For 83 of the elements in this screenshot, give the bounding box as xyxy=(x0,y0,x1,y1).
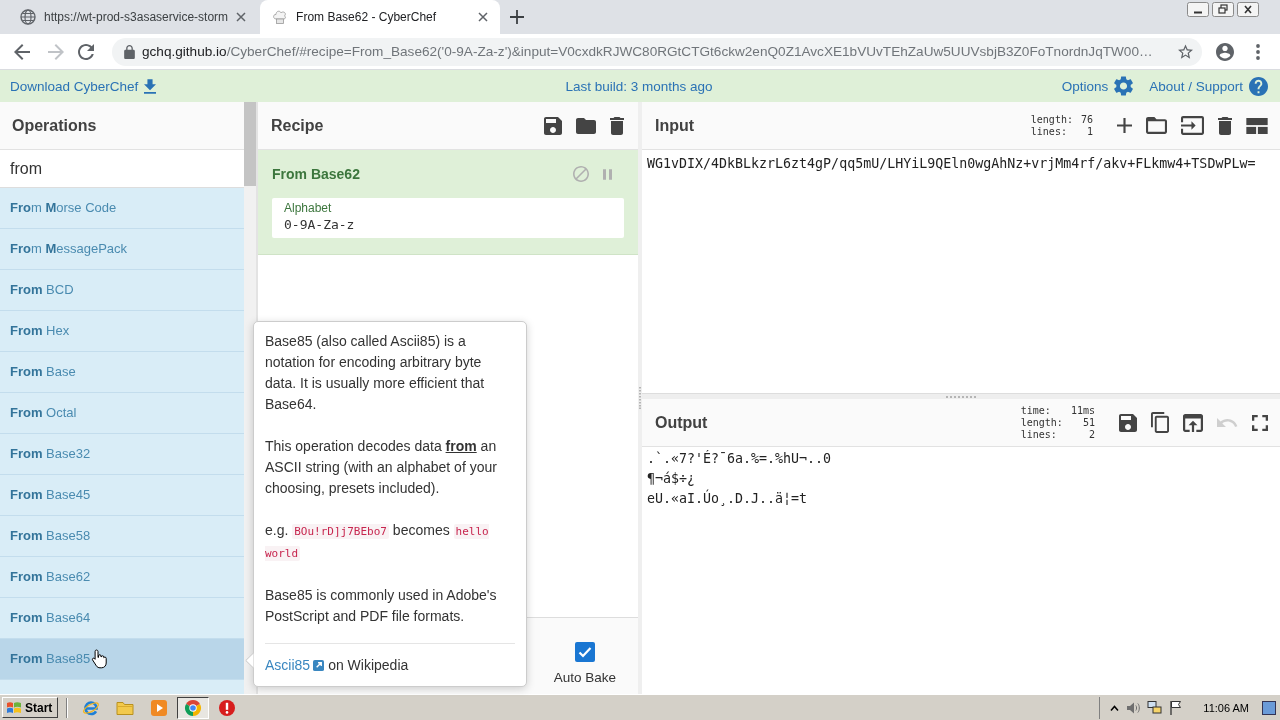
fullscreen-icon[interactable] xyxy=(1252,414,1268,431)
plus-icon[interactable] xyxy=(1117,118,1132,133)
panel-title: Operations xyxy=(12,116,97,135)
folder-icon[interactable] xyxy=(576,117,596,134)
input-text[interactable]: WG1vDIX/4DkBLkzrL6zt4gP/qq5mU/LHYiL9QEln0wgAhNz+vrjMm4rf/akv+FLkmw4+TSDwPLw= xyxy=(647,156,1256,171)
flag-icon[interactable] xyxy=(1169,700,1183,715)
folder-icon[interactable] xyxy=(1146,117,1167,134)
lock-icon xyxy=(124,44,135,59)
scrollbar-thumb[interactable] xyxy=(244,102,256,186)
download-icon xyxy=(144,78,157,94)
stat-label: length: xyxy=(1020,416,1063,429)
stat-label: lines: xyxy=(1030,125,1068,138)
save-icon[interactable] xyxy=(544,116,562,135)
network-icon[interactable] xyxy=(1147,700,1163,715)
tooltip-text: e.g. BOu!rD]j7BEbo7 becomes hello world xyxy=(265,521,490,563)
output-line: eU.«aI.Úo¸.D.J..ä¦=t xyxy=(647,489,809,508)
panel-title: Input xyxy=(655,116,695,135)
exclamation-icon xyxy=(218,698,237,717)
tooltip-text: Base85 is commonly used in Adobe's PostScript and PDF file formats. xyxy=(265,586,498,626)
minimize-icon[interactable] xyxy=(1187,2,1209,17)
back-arrow-icon[interactable] xyxy=(14,43,30,60)
browser-tab[interactable]: https://wt-prod-s3asaservice-storm xyxy=(8,0,259,34)
build-info-text: Last build: 3 months ago xyxy=(565,78,713,94)
browser-tab[interactable]: From Base62 - CyberChef xyxy=(260,0,501,34)
show-desktop-icon[interactable] xyxy=(1262,700,1276,715)
stat-value: 51 xyxy=(1081,416,1095,429)
external-link-icon[interactable] xyxy=(313,660,325,671)
windows-logo-icon xyxy=(6,701,22,714)
help-icon xyxy=(1249,76,1268,96)
clock-text: 11:06 AM xyxy=(1203,701,1249,714)
checkbox-label: Auto Bake xyxy=(553,670,616,685)
close-icon[interactable] xyxy=(478,12,489,22)
stat-label: lines: xyxy=(1020,428,1058,441)
address-field[interactable]: gchq.github.io/CyberChef/#recipe=From_Base62('0-9A-Za-z')&input=V0cxdkRJWC80RGtCTGt6ckw2enQ0Z1AvcXE1bVUvTEhZaUw5UUVsbjB3Z0FoTnordnJqTW00… xyxy=(112,37,1202,66)
stat-label: time: xyxy=(1020,404,1052,417)
e-logo-icon xyxy=(82,698,101,717)
stat-label: length: xyxy=(1030,113,1073,126)
save-icon[interactable] xyxy=(1119,413,1137,432)
chef-hat-icon xyxy=(272,9,289,25)
media-player-icon xyxy=(150,698,169,717)
download-link[interactable]: Download CyberChef xyxy=(10,78,157,94)
panel-title: Output xyxy=(655,413,708,432)
globe-icon xyxy=(20,9,36,25)
tooltip-text: on Wikipedia xyxy=(328,656,409,675)
panel-title: Recipe xyxy=(271,116,324,135)
output-line: ¶¬á$÷¿ xyxy=(647,470,697,488)
menu-icon[interactable] xyxy=(1256,43,1260,60)
alphabet-field[interactable]: Alphabet 0-9A-Za-z xyxy=(272,198,624,238)
taskbar-button[interactable] xyxy=(177,696,210,719)
stat-value: 1 xyxy=(1085,125,1093,138)
hand-cursor-icon xyxy=(91,649,108,669)
tooltip-text: Base85 (also called Ascii85) is a notation for encoding arbitrary byte data. It is usually more efficient that Base64. xyxy=(265,332,486,414)
plus-icon[interactable] xyxy=(510,10,525,24)
wikipedia-link[interactable]: Ascii85 xyxy=(265,655,311,676)
output-line: .`.«7?'É?¯6a.%=.%hU¬..0 xyxy=(647,449,833,468)
options-button[interactable]: Options xyxy=(1061,76,1134,96)
star-icon[interactable] xyxy=(1178,44,1193,59)
stat-value: 76 xyxy=(1080,113,1093,126)
operation-item[interactable]: From Base85 xyxy=(0,639,244,680)
resize-handle[interactable] xyxy=(946,395,976,398)
profile-icon[interactable] xyxy=(1216,42,1234,61)
stat-value: 2 xyxy=(1087,428,1095,441)
start-button[interactable]: Start xyxy=(2,697,59,718)
trash-icon[interactable] xyxy=(1218,116,1232,135)
resize-handle[interactable] xyxy=(639,387,641,409)
tooltip-text: This operation decodes data from an ASCII string (with an alphabet of your choosing, presets included). xyxy=(265,437,498,498)
speaker-icon[interactable] xyxy=(1126,700,1141,715)
about-link[interactable]: About / Support xyxy=(1149,76,1268,96)
layout-icon[interactable] xyxy=(1246,117,1268,134)
auto-bake-checkbox[interactable] xyxy=(574,642,595,662)
trash-icon[interactable] xyxy=(610,116,624,135)
field-label: Alphabet xyxy=(284,201,333,216)
stat-value: 11ms xyxy=(1070,404,1095,417)
operation-title: From Base62 xyxy=(272,166,361,182)
import-icon[interactable] xyxy=(1181,116,1204,135)
close-icon[interactable] xyxy=(1237,2,1259,17)
settings-icon xyxy=(1114,76,1134,96)
chevron-up-icon[interactable] xyxy=(1110,704,1120,711)
restore-icon[interactable] xyxy=(1212,2,1234,17)
copy-icon[interactable] xyxy=(1151,412,1169,433)
browser-logo-icon xyxy=(184,698,203,717)
export-icon[interactable] xyxy=(1183,413,1203,432)
reload-icon[interactable] xyxy=(78,43,94,60)
